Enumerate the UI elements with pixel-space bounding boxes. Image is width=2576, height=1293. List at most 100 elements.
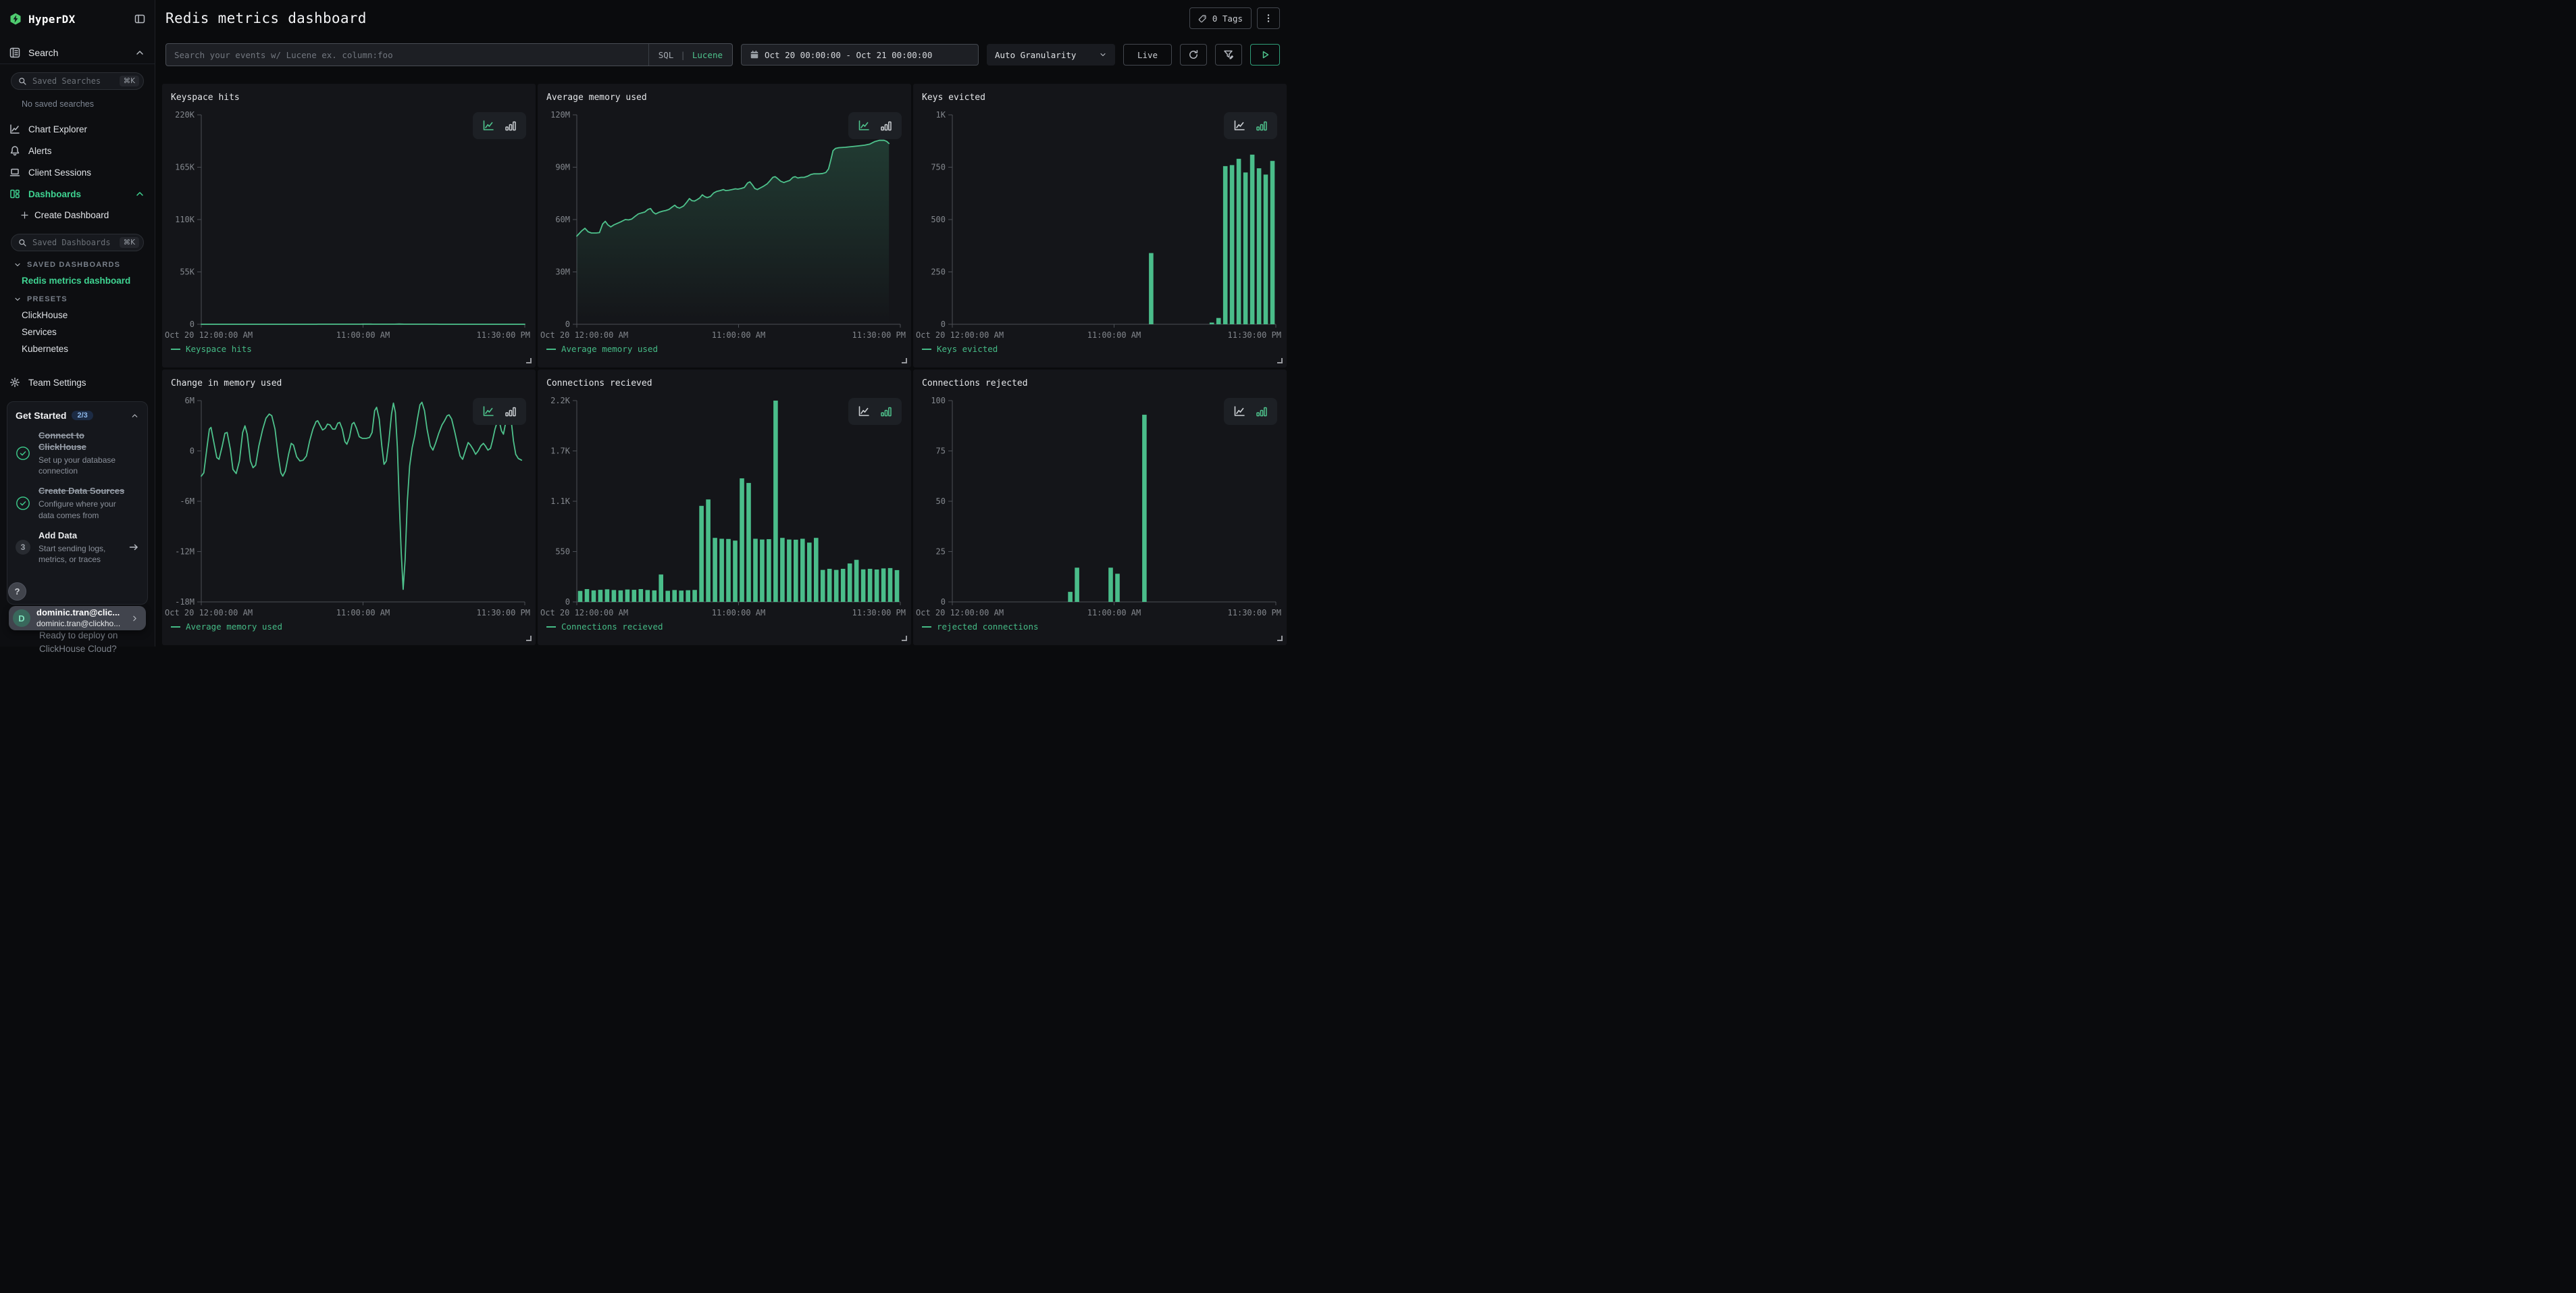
chart-panel-connections-rejected: Connections rejectedrejected connections… <box>913 370 1287 645</box>
create-dashboard-button[interactable]: Create Dashboard <box>0 205 155 226</box>
line-chart-toggle-icon[interactable] <box>1233 119 1246 132</box>
svg-text:-6M: -6M <box>180 497 195 506</box>
chart-type-toggle <box>848 398 902 425</box>
sidebar-collapse-icon[interactable] <box>134 14 145 24</box>
bar-chart-toggle-icon[interactable] <box>879 119 893 132</box>
svg-text:75: 75 <box>936 447 946 456</box>
sidebar-item-chart-explorer[interactable]: Chart Explorer <box>0 118 155 140</box>
legend-swatch <box>171 349 180 350</box>
legend-swatch <box>546 626 556 628</box>
sidebar-section-search[interactable]: Search <box>0 42 155 64</box>
saved-dashboards-group[interactable]: SAVED DASHBOARDS <box>14 261 155 269</box>
panel-resize-handle[interactable] <box>902 358 907 363</box>
arrow-right-icon <box>128 542 139 553</box>
svg-text:165K: 165K <box>175 163 195 172</box>
line-chart-toggle-icon[interactable] <box>1233 405 1246 418</box>
panel-resize-handle[interactable] <box>1277 358 1283 363</box>
chart-legend[interactable]: Keys evicted <box>922 344 998 354</box>
more-menu-button[interactable] <box>1257 7 1280 29</box>
saved-dashboards-input[interactable]: ⌘K <box>11 234 144 251</box>
refresh-button[interactable] <box>1180 44 1207 66</box>
filter-edit-icon <box>1223 49 1234 60</box>
svg-text:90M: 90M <box>555 163 570 172</box>
svg-text:11:00:00 AM: 11:00:00 AM <box>712 608 765 617</box>
chart-title: Keyspace hits <box>171 93 240 103</box>
chart-legend[interactable]: Average memory used <box>546 344 658 354</box>
line-chart-toggle-icon[interactable] <box>482 119 495 132</box>
brand: HyperDX <box>0 0 155 38</box>
gear-icon <box>9 377 20 388</box>
chart-legend[interactable]: Keyspace hits <box>171 344 252 354</box>
bar-chart-toggle-icon[interactable] <box>1255 405 1268 418</box>
legend-label: Average memory used <box>561 344 658 354</box>
chart-legend[interactable]: Connections recieved <box>546 622 663 632</box>
live-button[interactable]: Live <box>1123 44 1172 66</box>
sidebar-preset-services[interactable]: Services <box>22 327 155 337</box>
chart-panel-connections-received: Connections recievedConnections recieved… <box>538 370 911 645</box>
bar-chart-toggle-icon[interactable] <box>504 405 517 418</box>
saved-searches-field[interactable] <box>32 76 114 86</box>
sidebar-preset-clickhouse[interactable]: ClickHouse <box>22 310 155 320</box>
chevron-up-icon <box>130 411 139 420</box>
line-chart-toggle-icon[interactable] <box>482 405 495 418</box>
svg-text:-18M: -18M <box>175 597 195 607</box>
sidebar-item-alerts[interactable]: Alerts <box>0 140 155 161</box>
hyperdx-logo-icon <box>9 13 22 25</box>
refresh-icon <box>1188 49 1199 60</box>
tag-icon <box>1198 14 1207 23</box>
sidebar-item-client-sessions[interactable]: Client Sessions <box>0 161 155 183</box>
svg-text:500: 500 <box>931 215 946 224</box>
saved-dashboards-field[interactable] <box>32 238 114 247</box>
no-saved-searches-note: No saved searches <box>22 99 144 109</box>
chart-legend[interactable]: rejected connections <box>922 622 1039 632</box>
tags-button[interactable]: 0 Tags <box>1189 7 1252 29</box>
svg-text:220K: 220K <box>175 110 195 120</box>
get-started-header[interactable]: Get Started 2/3 <box>16 410 139 421</box>
help-button[interactable]: ? <box>8 582 26 601</box>
panel-resize-handle[interactable] <box>526 636 532 641</box>
get-started-step-connect[interactable]: Connect to ClickHouse Set up your databa… <box>16 430 139 476</box>
svg-text:0: 0 <box>565 320 570 329</box>
event-search-input[interactable] <box>174 50 648 60</box>
user-email: dominic.tran@clickho... <box>36 619 124 629</box>
sidebar-dashboard-redis[interactable]: Redis metrics dashboard <box>22 276 155 286</box>
granularity-select[interactable]: Auto Granularity <box>987 44 1115 66</box>
svg-text:60M: 60M <box>555 215 570 224</box>
user-menu[interactable]: D dominic.tran@clic... dominic.tran@clic… <box>9 606 146 630</box>
panel-resize-handle[interactable] <box>526 358 532 363</box>
search-section-icon <box>9 47 20 58</box>
saved-searches-input[interactable]: ⌘K <box>11 72 144 90</box>
panel-resize-handle[interactable] <box>902 636 907 641</box>
legend-label: rejected connections <box>937 622 1039 632</box>
sidebar-item-team-settings[interactable]: Team Settings <box>0 372 155 393</box>
sidebar-item-label: Chart Explorer <box>28 124 87 134</box>
sidebar-preset-kubernetes[interactable]: Kubernetes <box>22 344 155 354</box>
bar-chart-toggle-icon[interactable] <box>879 405 893 418</box>
date-range-picker[interactable]: Oct 20 00:00:00 - Oct 21 00:00:00 <box>741 44 979 66</box>
main-content: Redis metrics dashboard 0 Tags SQL | <box>155 0 1288 646</box>
filter-button[interactable] <box>1215 44 1242 66</box>
line-chart-toggle-icon[interactable] <box>857 405 871 418</box>
bar-chart-toggle-icon[interactable] <box>504 119 517 132</box>
bell-icon <box>9 145 20 156</box>
step-desc: Set up your database connection <box>38 455 127 476</box>
get-started-step-add-data[interactable]: 3 Add Data Start sending logs, metrics, … <box>16 530 139 565</box>
chart-legend[interactable]: Average memory used <box>171 622 282 632</box>
step-desc: Start sending logs, metrics, or traces <box>38 543 120 565</box>
svg-text:0: 0 <box>941 320 946 329</box>
event-search-bar[interactable]: SQL | Lucene <box>165 43 733 66</box>
step-number-badge: 3 <box>16 540 30 555</box>
bar-chart-toggle-icon[interactable] <box>1255 119 1268 132</box>
presets-group[interactable]: PRESETS <box>14 295 155 303</box>
sql-mode-button[interactable]: SQL <box>659 50 674 60</box>
svg-text:2.2K: 2.2K <box>550 396 571 405</box>
panel-resize-handle[interactable] <box>1277 636 1283 641</box>
charts-grid: Keyspace hitsKeyspace hits220K165K110K55… <box>162 84 1287 645</box>
search-section-label: Search <box>28 47 58 58</box>
line-chart-toggle-icon[interactable] <box>857 119 871 132</box>
run-query-button[interactable] <box>1250 44 1280 66</box>
chevron-down-icon <box>14 261 22 269</box>
get-started-step-datasources[interactable]: Create Data Sources Configure where your… <box>16 486 139 520</box>
sidebar-item-dashboards[interactable]: Dashboards <box>0 183 155 205</box>
lucene-mode-button[interactable]: Lucene <box>692 50 723 60</box>
